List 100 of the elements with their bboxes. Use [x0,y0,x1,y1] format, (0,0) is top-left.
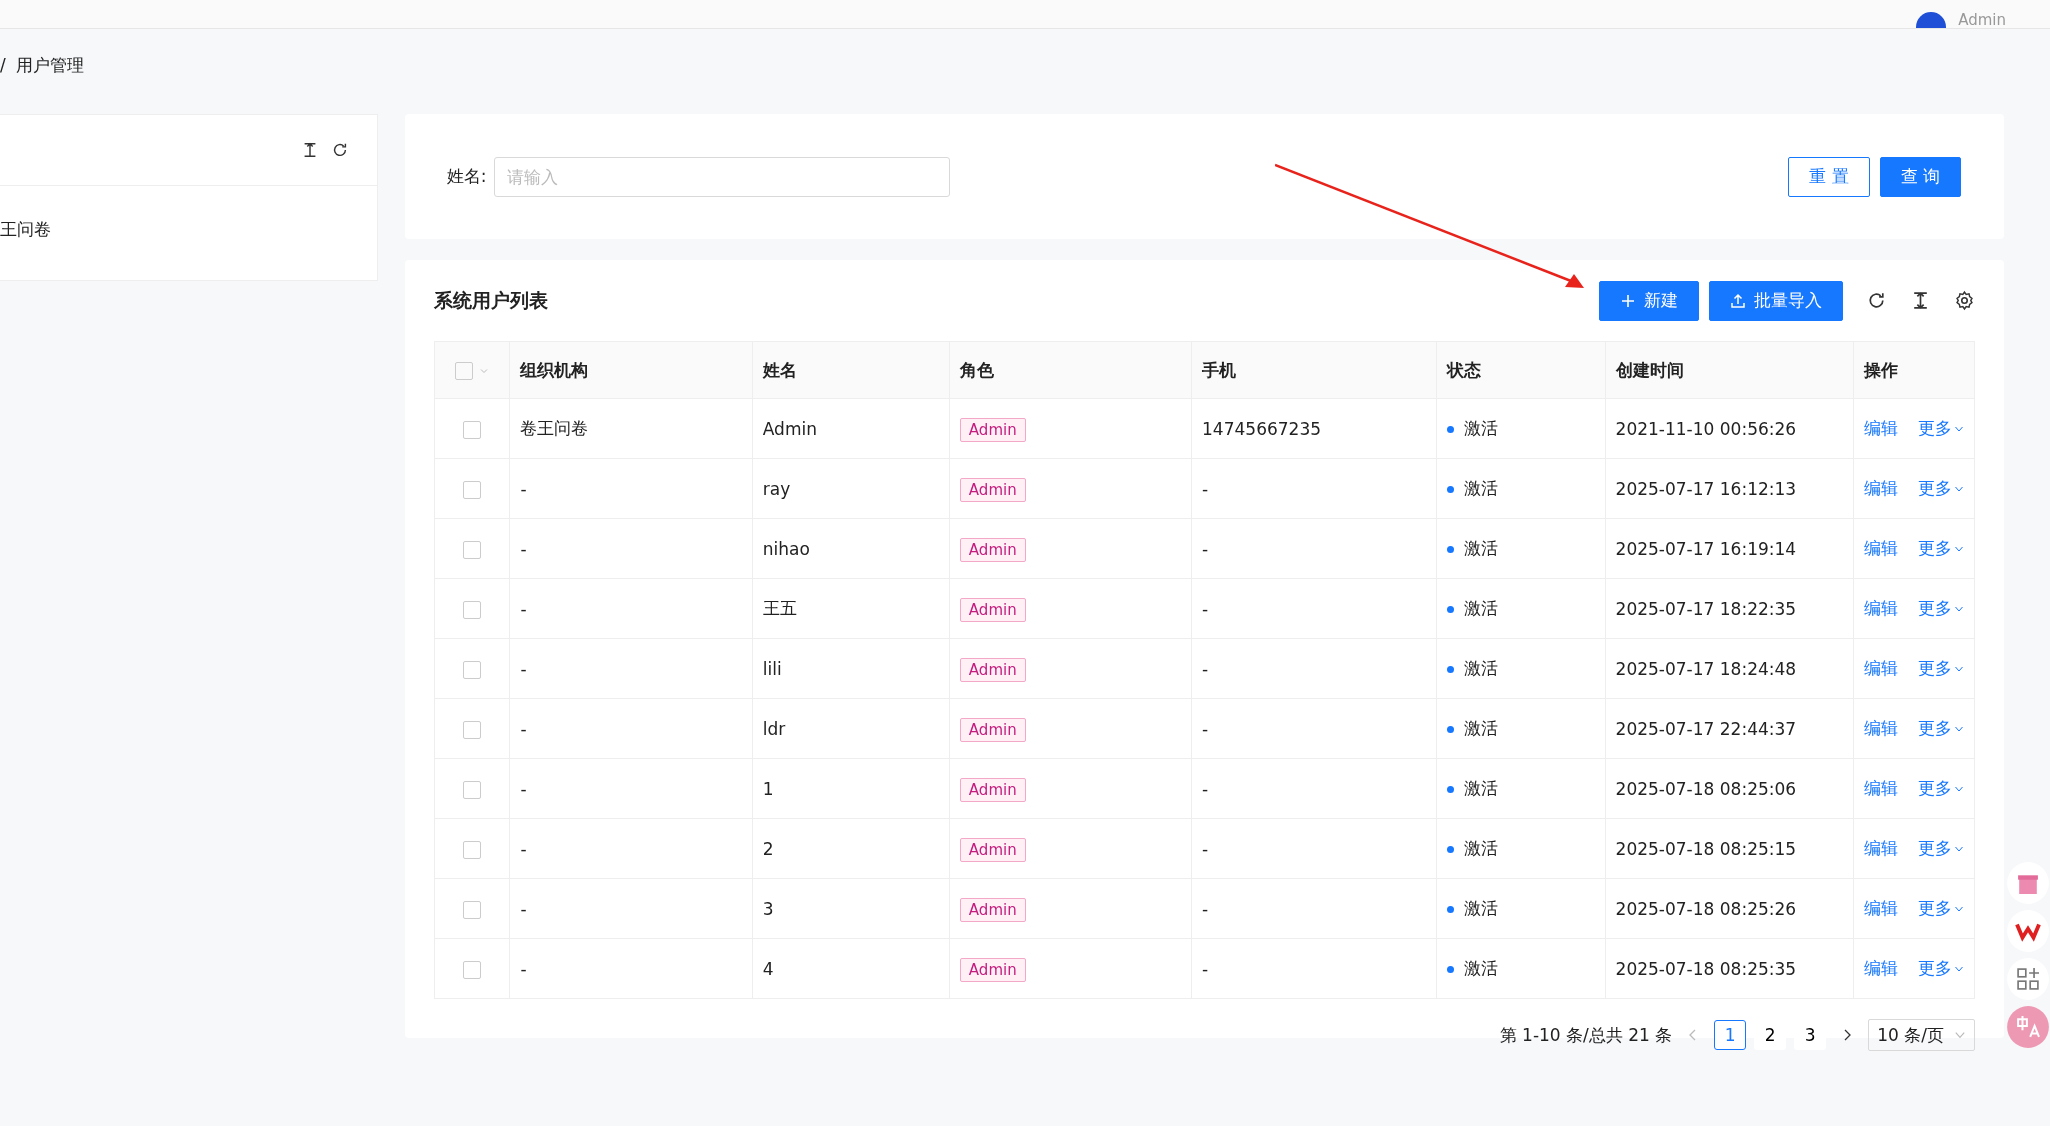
table-cell: - [520,838,527,859]
user-name[interactable]: Admin [1958,12,2006,28]
row-checkbox[interactable] [463,840,482,859]
edit-link[interactable]: 编辑 [1864,838,1898,858]
table-cell: ldr [762,718,786,739]
settings-icon[interactable] [1954,290,1975,311]
table-cell: - [1202,718,1209,739]
page-button[interactable]: 1 [1714,1020,1747,1050]
reset-button[interactable]: 重 置 [1788,156,1870,197]
table-cell: ray [762,478,791,499]
more-link[interactable]: 更多 [1918,778,1952,798]
row-checkbox[interactable] [463,960,482,979]
role-tag: Admin [959,897,1026,922]
edit-link[interactable]: 编辑 [1864,778,1898,798]
select-all-checkbox[interactable] [455,362,474,380]
status-dot [1447,905,1455,913]
import-button[interactable]: 批量导入 [1709,280,1843,321]
caret-icon[interactable] [1954,844,1964,854]
table-cell: - [520,538,527,559]
more-link[interactable]: 更多 [1918,838,1952,858]
status-dot [1447,965,1455,973]
table-cell: 2025-07-17 22:44:37 [1615,718,1797,739]
upload-icon[interactable] [1730,292,1746,309]
translate-icon[interactable] [2006,1005,2050,1049]
table-cell: 2 [762,838,774,859]
table-cell: - [1202,538,1209,559]
more-link[interactable]: 更多 [1918,538,1952,558]
edit-link[interactable]: 编辑 [1864,478,1898,498]
plus-icon[interactable] [1620,292,1636,309]
caret-icon[interactable] [1954,544,1964,554]
row-checkbox[interactable] [463,420,482,439]
more-link[interactable]: 更多 [1918,478,1952,498]
row-checkbox[interactable] [463,540,482,559]
query-button[interactable]: 查 询 [1879,156,1961,197]
table-cell: 2025-07-18 08:25:35 [1615,958,1797,979]
row-checkbox[interactable] [463,780,482,799]
more-link[interactable]: 更多 [1918,898,1952,918]
edit-link[interactable]: 编辑 [1864,418,1898,438]
row-checkbox[interactable] [463,660,482,679]
row-checkbox[interactable] [463,480,482,499]
role-tag: Admin [959,657,1026,682]
table-cell: - [520,598,527,619]
caret-icon[interactable] [1954,484,1964,494]
caret-icon[interactable] [1954,424,1964,434]
table-cell: 1 [762,778,774,799]
tree-item[interactable]: 王问卷 [0,186,377,241]
role-tag: Admin [959,777,1026,802]
edit-link[interactable]: 编辑 [1864,718,1898,738]
status-dot [1447,485,1455,493]
table-cell: 3 [762,898,774,919]
status-dot [1447,785,1455,793]
status-text: 激活 [1464,958,1499,978]
caret-icon[interactable] [1954,664,1964,674]
pagination-summary: 第 1-10 条/总共 21 条 [1499,1023,1673,1047]
app-logo-icon[interactable] [2006,909,2050,953]
edit-link[interactable]: 编辑 [1864,538,1898,558]
table-cell: - [1202,898,1209,919]
more-link[interactable]: 更多 [1918,418,1952,438]
caret-icon[interactable] [1954,904,1964,914]
table-cell: - [1202,958,1209,979]
caret-icon[interactable] [1954,604,1964,614]
row-checkbox[interactable] [463,720,482,739]
column-header: 手机 [1202,359,1237,380]
page-size-select[interactable]: 10 条/页 [1868,1019,1975,1051]
gift-icon[interactable] [2006,861,2050,905]
status-dot [1447,545,1455,553]
breadcrumb-separator: / [0,55,6,75]
caret-icon[interactable] [1954,724,1964,734]
more-link[interactable]: 更多 [1918,598,1952,618]
table-cell: - [1202,778,1209,799]
caret-icon[interactable] [1954,1029,1966,1041]
edit-link[interactable]: 编辑 [1864,898,1898,918]
edit-link[interactable]: 编辑 [1864,958,1898,978]
more-link[interactable]: 更多 [1918,958,1952,978]
caret-icon[interactable] [1954,964,1964,974]
status-text: 激活 [1464,538,1499,558]
table-cell: 2025-07-17 18:24:48 [1615,658,1797,679]
status-text: 激活 [1464,478,1499,498]
row-checkbox[interactable] [463,600,482,619]
edit-link[interactable]: 编辑 [1864,658,1898,678]
row-checkbox[interactable] [463,900,482,919]
status-text: 激活 [1464,598,1499,618]
caret-icon[interactable] [1954,784,1964,794]
table-cell: 王五 [762,598,797,618]
status-text: 激活 [1464,838,1499,858]
refresh-icon[interactable] [1866,290,1887,311]
role-tag: Admin [959,717,1026,742]
more-link[interactable]: 更多 [1918,718,1952,738]
next-page-icon[interactable] [1842,1027,1853,1043]
apps-icon[interactable] [2006,957,2050,1001]
role-tag: Admin [959,477,1026,502]
status-dot [1447,725,1455,733]
status-dot [1447,665,1455,673]
name-input-field[interactable]: 请输入 [494,156,951,197]
more-link[interactable]: 更多 [1918,658,1952,678]
table-title: 系统用户列表 [433,287,548,313]
status-text: 激活 [1464,898,1499,918]
edit-link[interactable]: 编辑 [1864,598,1898,618]
table-cell: 2025-07-18 08:25:06 [1615,778,1797,799]
new-button[interactable]: 新建 [1599,280,1699,321]
